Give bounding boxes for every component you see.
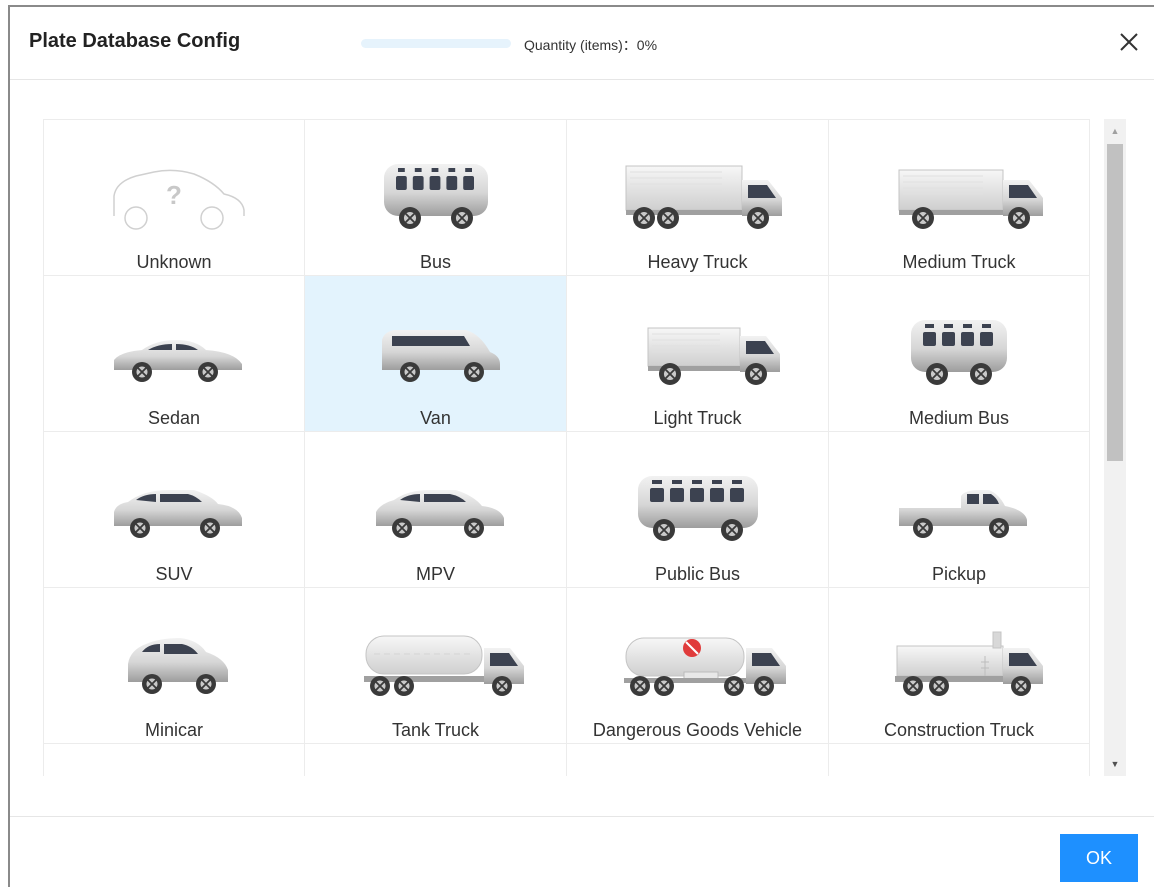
minicar-icon — [44, 614, 304, 694]
vehicle-type-cell[interactable]: Pickup — [828, 431, 1090, 588]
vehicle-type-label: Heavy Truck — [647, 252, 748, 272]
vehicle-type-label: Sedan — [147, 408, 201, 428]
vehicle-type-label: Unknown — [136, 252, 212, 272]
public-bus-icon — [567, 458, 828, 541]
dialog-title: Plate Database Config — [29, 30, 241, 52]
scrollbar[interactable]: ▲ ▼ — [1104, 119, 1126, 776]
suv-icon — [44, 458, 304, 538]
heavy-truck-icon — [567, 146, 828, 229]
dangerous-goods-vehicle-icon — [567, 614, 828, 696]
medium-bus-icon — [911, 320, 1007, 385]
bus-icon — [305, 146, 566, 229]
dialog-header: Plate Database Config Quantity (items)：0… — [10, 7, 1154, 80]
vehicle-type-cell[interactable]: Public Bus — [566, 431, 829, 588]
vehicle-type-cell[interactable]: Tank Truck — [304, 587, 567, 744]
vehicle-type-label: Medium Bus — [908, 408, 1010, 428]
vehicle-type-label: Minicar — [144, 720, 203, 740]
light-truck-icon — [567, 302, 828, 385]
svg-text:?: ? — [166, 180, 182, 210]
dialog-footer: OK — [10, 816, 1154, 887]
close-button[interactable] — [1118, 31, 1140, 53]
sedan-icon — [114, 340, 242, 382]
ok-button[interactable]: OK — [1060, 834, 1138, 882]
quantity-text: Quantity (items)：0% — [524, 37, 658, 53]
scroll-thumb[interactable] — [1107, 144, 1123, 461]
vehicle-type-cell[interactable] — [304, 743, 567, 776]
medium-bus-icon — [829, 302, 1089, 385]
vehicle-type-cell[interactable] — [828, 743, 1090, 776]
vehicle-type-label: MPV — [415, 564, 455, 584]
vehicle-type-cell[interactable]: Dangerous Goods Vehicle — [566, 587, 829, 744]
vehicle-type-cell[interactable]: Heavy Truck — [566, 119, 829, 276]
vehicle-type-label: Medium Truck — [902, 252, 1016, 272]
vehicle-type-label: SUV — [155, 564, 193, 584]
minicar-icon — [128, 638, 228, 694]
medium-truck-icon — [829, 146, 1089, 229]
vehicle-type-label: Dangerous Goods Vehicle — [592, 720, 803, 740]
close-icon — [1120, 33, 1138, 51]
unknown-car-icon: ? — [113, 169, 245, 230]
vehicle-type-cell[interactable]: ? Unknown — [43, 119, 305, 276]
pickup-icon — [829, 458, 1089, 538]
vehicle-type-cell[interactable]: Sedan — [43, 275, 305, 432]
dangerous-goods-vehicle-icon — [623, 637, 786, 696]
vehicle-type-label: Light Truck — [653, 408, 742, 428]
pickup-icon — [899, 490, 1027, 538]
vehicle-type-cell[interactable]: Van — [304, 275, 567, 432]
scroll-down-arrow-icon[interactable]: ▼ — [1104, 754, 1126, 774]
suv-icon — [114, 490, 242, 538]
tank-truck-icon — [305, 614, 566, 696]
public-bus-icon — [637, 476, 758, 541]
vehicle-type-grid: ? Unknown Bus Heavy Truck Medium Truck Sedan V… — [43, 119, 1090, 776]
vehicle-type-label: Tank Truck — [391, 720, 480, 740]
vehicle-type-cell[interactable]: Minicar — [43, 587, 305, 744]
scroll-up-arrow-icon[interactable]: ▲ — [1104, 121, 1126, 141]
vehicle-type-label: Construction Truck — [883, 720, 1035, 740]
vehicle-type-label: Pickup — [931, 564, 987, 584]
mpv-icon — [375, 490, 504, 538]
van-icon — [305, 302, 566, 382]
construction-truck-icon — [895, 631, 1043, 696]
bus-icon — [383, 164, 488, 229]
vehicle-type-label: Bus — [419, 252, 452, 272]
plate-database-config-dialog: Plate Database Config Quantity (items)：0… — [8, 5, 1154, 887]
construction-truck-icon — [829, 614, 1089, 696]
van-icon — [381, 330, 500, 382]
vehicle-type-cell[interactable]: Construction Truck — [828, 587, 1090, 744]
vehicle-type-cell[interactable]: Bus — [304, 119, 567, 276]
vehicle-type-cell[interactable]: Medium Bus — [828, 275, 1090, 432]
sedan-icon — [44, 302, 304, 382]
vehicle-type-cell[interactable]: MPV — [304, 431, 567, 588]
vehicle-type-cell[interactable]: Light Truck — [566, 275, 829, 432]
vehicle-type-cell[interactable]: Medium Truck — [828, 119, 1090, 276]
quantity-progress-bar — [361, 39, 511, 48]
light-truck-icon — [647, 327, 780, 385]
heavy-truck-icon — [625, 165, 782, 229]
vehicle-type-label: Public Bus — [654, 564, 741, 584]
medium-truck-icon — [898, 169, 1043, 229]
mpv-icon — [305, 458, 566, 538]
vehicle-type-cell[interactable] — [566, 743, 829, 776]
vehicle-type-cell[interactable] — [43, 743, 305, 776]
vehicle-type-label: Van — [420, 408, 451, 428]
vehicle-type-list: ? Unknown Bus Heavy Truck Medium Truck Sedan V… — [43, 119, 1090, 776]
vehicle-type-cell[interactable]: SUV — [43, 431, 305, 588]
tank-truck-icon — [363, 635, 524, 696]
unknown-car-icon: ? — [44, 146, 304, 230]
